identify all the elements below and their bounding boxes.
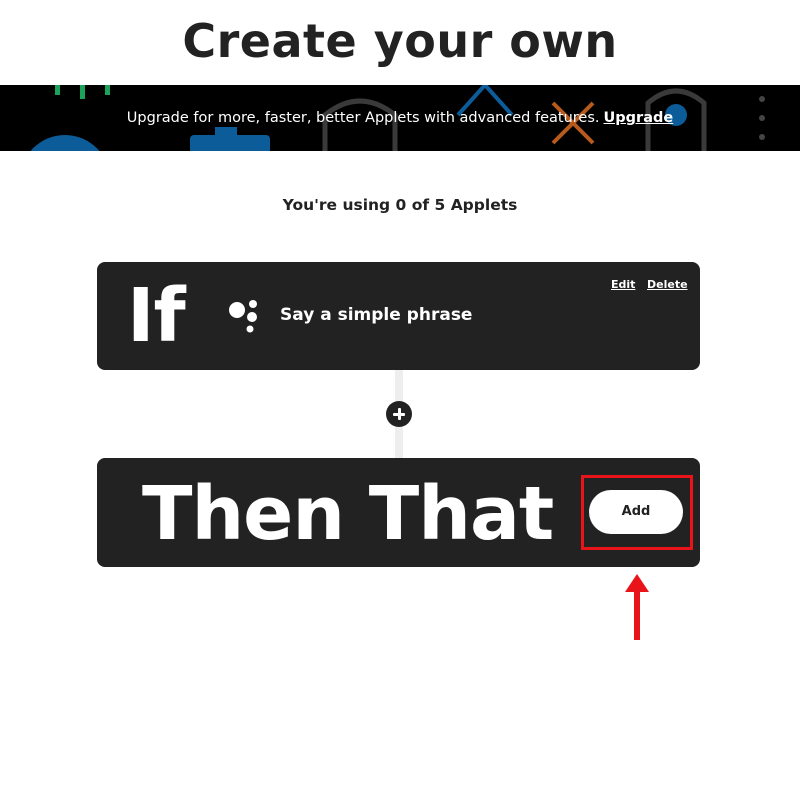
- page-title: Create your own: [182, 14, 618, 68]
- up-arrow-annotation-icon: [625, 574, 649, 640]
- page: Create your own Upgrade for more, faster…: [0, 0, 800, 800]
- add-step-button[interactable]: [386, 401, 412, 427]
- upgrade-banner: Upgrade for more, faster, better Applets…: [0, 85, 800, 151]
- if-card[interactable]: If Say a simple phrase Edit Delete: [97, 262, 700, 370]
- banner-message: Upgrade for more, faster, better Applets…: [126, 110, 600, 126]
- trigger-label[interactable]: Say a simple phrase: [280, 304, 472, 326]
- delete-trigger-link[interactable]: Delete: [647, 278, 688, 291]
- google-assistant-icon: [229, 300, 257, 333]
- then-that-label: Then That: [142, 471, 554, 557]
- if-label: If: [127, 273, 186, 359]
- upgrade-link[interactable]: Upgrade: [604, 110, 674, 126]
- applet-usage-text: You're using 0 of 5 Applets: [282, 196, 518, 214]
- edit-trigger-link[interactable]: Edit: [611, 278, 635, 291]
- banner-text: Upgrade for more, faster, better Applets…: [0, 85, 800, 151]
- highlight-annotation-box: [581, 475, 693, 550]
